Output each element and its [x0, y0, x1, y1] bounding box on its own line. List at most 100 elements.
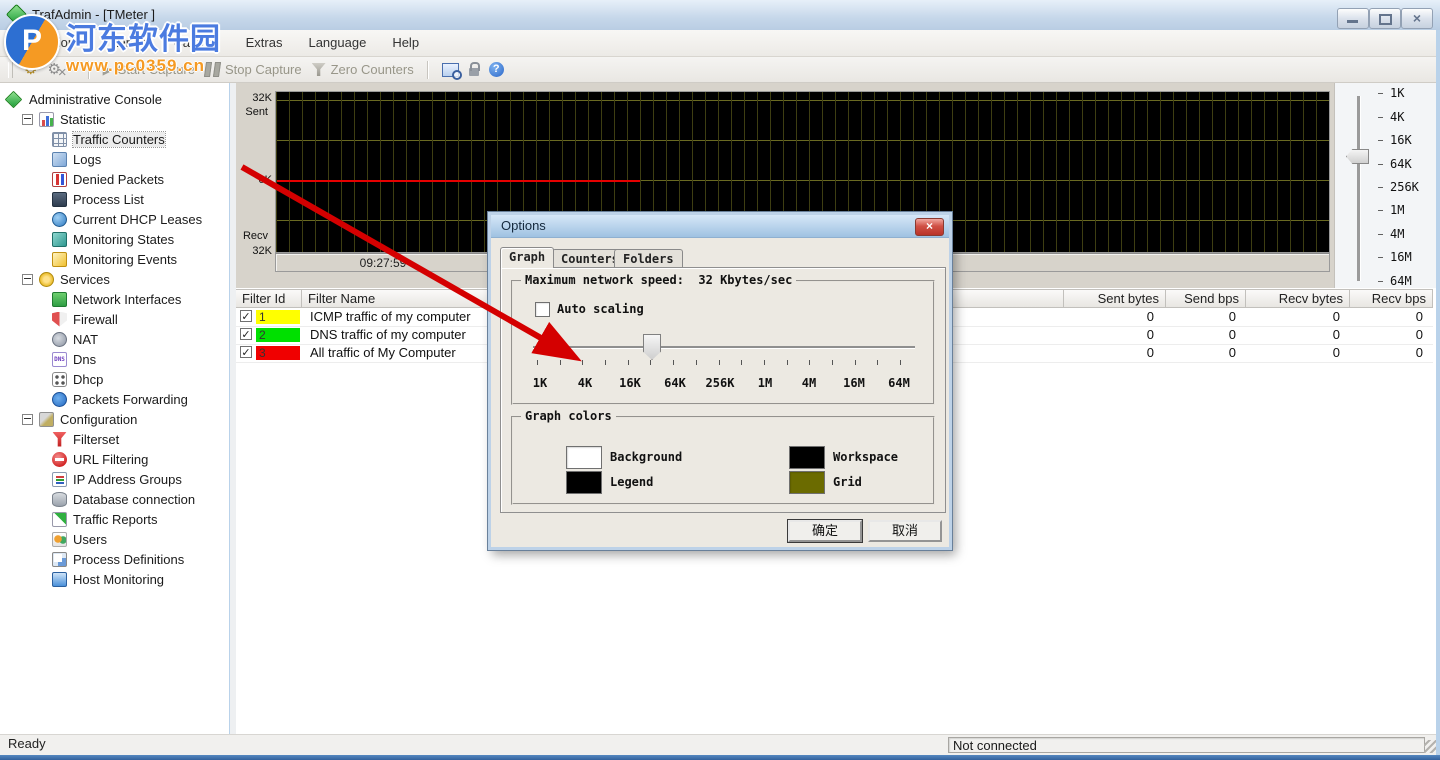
filter-checkbox[interactable]: ✓	[240, 346, 252, 358]
grid-color-swatch[interactable]	[789, 471, 825, 494]
traffic-line	[277, 180, 640, 182]
tree-item-logs[interactable]: Logs	[0, 149, 229, 169]
speed-slider-thumb[interactable]	[643, 334, 661, 360]
collapse-icon[interactable]	[22, 114, 33, 125]
tree-item-statistic[interactable]: Statistic	[0, 109, 229, 129]
filter-color-swatch: 2	[256, 328, 300, 342]
tree-item-process-list[interactable]: Process List	[0, 189, 229, 209]
tree-item-users[interactable]: Users	[0, 529, 229, 549]
tree-item-process-definitions[interactable]: Process Definitions	[0, 549, 229, 569]
stop-capture-label: Stop Capture	[225, 62, 302, 77]
tree-item-monitoring-events[interactable]: Monitoring Events	[0, 249, 229, 269]
tree-item-host-monitoring[interactable]: Host Monitoring	[0, 569, 229, 589]
cell-send-bps: 0	[1166, 326, 1236, 344]
cell-recv-bps: 0	[1350, 326, 1423, 344]
lock-button[interactable]	[464, 61, 484, 78]
scale-label-row: 64K	[1378, 157, 1412, 171]
tree-item-dhcp[interactable]: Dhcp	[0, 369, 229, 389]
tree-item-url-filtering[interactable]: URL Filtering	[0, 449, 229, 469]
view-monitor-button[interactable]	[437, 61, 464, 79]
legend-color-swatch[interactable]	[566, 471, 602, 494]
tree-item-current-dhcp-leases[interactable]: Current DHCP Leases	[0, 209, 229, 229]
tree-item-denied-packets[interactable]: Denied Packets	[0, 169, 229, 189]
column-header-filter-id[interactable]: Filter Id	[236, 289, 302, 308]
workspace-color-swatch[interactable]	[789, 446, 825, 469]
graph-colors-legend: Graph colors	[521, 409, 616, 423]
packets-forwarding-icon	[52, 392, 67, 407]
filterset-config-button[interactable]: ⚙	[19, 60, 42, 79]
menu-action[interactable]: Action	[26, 30, 88, 56]
toolbar-grip[interactable]	[8, 62, 13, 78]
column-header-send-bps[interactable]: Send bps	[1166, 289, 1246, 308]
dialog-title-bar[interactable]: Options ×	[491, 215, 949, 238]
ok-button[interactable]: 确定	[788, 520, 862, 542]
minimize-button[interactable]	[1337, 8, 1369, 29]
tree-item-firewall[interactable]: Firewall	[0, 309, 229, 329]
tree-item-services[interactable]: Services	[0, 269, 229, 289]
options-dialog: Options × Graph Counters Folders Maximum…	[488, 212, 952, 550]
tree-item-nat[interactable]: NAT	[0, 329, 229, 349]
network-interfaces-icon	[52, 292, 67, 307]
dialog-title: Options	[501, 218, 546, 233]
slider-label: 64M	[877, 376, 921, 390]
cancel-button[interactable]: 取消	[868, 520, 942, 542]
scale-label-row: 16K	[1378, 133, 1412, 147]
slider-label: 1K	[518, 376, 562, 390]
menu-help[interactable]: Help	[379, 30, 432, 56]
menu-language[interactable]: Language	[295, 30, 379, 56]
collapse-icon[interactable]	[22, 274, 33, 285]
speed-slider-track[interactable]	[533, 346, 915, 349]
cell-send-bps: 0	[1166, 308, 1236, 326]
stop-capture-button[interactable]: Stop Capture	[200, 60, 307, 79]
tab-folders[interactable]: Folders	[614, 249, 683, 267]
collapse-icon[interactable]	[22, 414, 33, 425]
navigation-tree: Administrative Console Statistic Traffic…	[0, 83, 230, 735]
tree-item-configuration[interactable]: Configuration	[0, 409, 229, 429]
tree-item-ip-address-groups[interactable]: IP Address Groups	[0, 469, 229, 489]
tree-item-database-connection[interactable]: Database connection	[0, 489, 229, 509]
maximize-button[interactable]	[1369, 8, 1401, 29]
close-button[interactable]: ×	[1401, 8, 1433, 29]
slider-label: 4M	[787, 376, 831, 390]
help-button[interactable]: ?	[484, 60, 509, 79]
tree-item-traffic-counters[interactable]: Traffic Counters	[0, 129, 229, 149]
scale-label-row: 64M	[1378, 274, 1412, 288]
column-header-recv-bps[interactable]: Recv bps	[1350, 289, 1433, 308]
axis-zero-label: 0K	[236, 174, 272, 186]
menu-filterset[interactable]: Filterset	[88, 30, 160, 56]
filter-checkbox[interactable]: ✓	[240, 328, 252, 340]
max-speed-legend: Maximum network speed: 32 Kbytes/sec	[521, 273, 796, 287]
tree-item-packets-forwarding[interactable]: Packets Forwarding	[0, 389, 229, 409]
minimize-icon	[1347, 20, 1358, 23]
zero-counters-button[interactable]: Zero Counters	[307, 60, 419, 79]
tab-graph[interactable]: Graph	[500, 247, 554, 268]
auto-scaling-checkbox[interactable]	[535, 302, 550, 317]
start-capture-button[interactable]: ▶ Start Capture	[98, 60, 200, 80]
background-color-swatch[interactable]	[566, 446, 602, 469]
column-header-sent-bytes[interactable]: Sent bytes	[1064, 289, 1166, 308]
filterset-edit-button[interactable]: ⚙×	[42, 60, 79, 79]
filter-name: DNS traffic of my computer	[310, 326, 466, 344]
menu-bar: Action Filterset Capture Extras Language…	[0, 30, 1440, 57]
window-border-bottom	[0, 755, 1440, 760]
tree-item-monitoring-states[interactable]: Monitoring States	[0, 229, 229, 249]
tree-item-filterset[interactable]: Filterset	[0, 429, 229, 449]
tree-item-dns[interactable]: Dns	[0, 349, 229, 369]
tree-item-traffic-reports[interactable]: Traffic Reports	[0, 509, 229, 529]
scale-slider-track[interactable]	[1357, 96, 1361, 281]
axis-sent-label: Sent	[232, 106, 268, 118]
filter-checkbox[interactable]: ✓	[240, 310, 252, 322]
tree-item-network-interfaces[interactable]: Network Interfaces	[0, 289, 229, 309]
toolbar-separator	[427, 61, 429, 79]
toolbar-separator	[88, 61, 90, 79]
console-icon	[5, 90, 22, 107]
tree-item-administrative-console[interactable]: Administrative Console	[0, 89, 229, 109]
menu-capture[interactable]: Capture	[160, 30, 232, 56]
column-header-recv-bytes[interactable]: Recv bytes	[1246, 289, 1350, 308]
services-icon	[39, 272, 54, 287]
nat-icon	[52, 332, 67, 347]
scale-label-row: 16M	[1378, 250, 1412, 264]
dialog-close-button[interactable]: ×	[915, 218, 944, 236]
connection-status: Not connected	[948, 737, 1425, 753]
menu-extras[interactable]: Extras	[233, 30, 296, 56]
